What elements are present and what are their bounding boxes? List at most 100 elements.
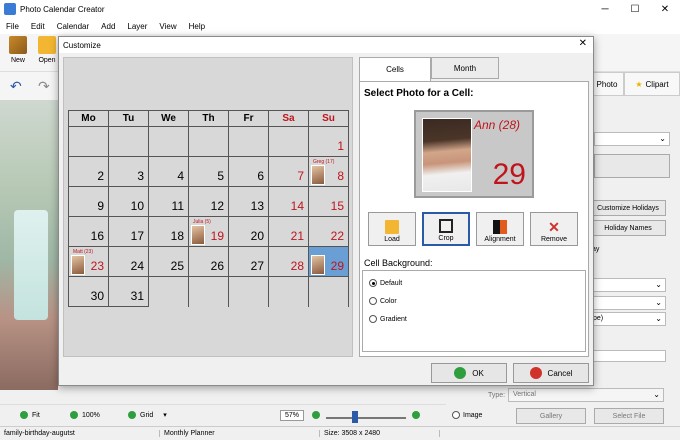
calendar-cell[interactable]: 6 <box>229 157 269 187</box>
gallery-button[interactable]: Gallery <box>516 408 586 424</box>
calendar-cell[interactable] <box>189 127 229 157</box>
calendar-cell[interactable] <box>149 127 189 157</box>
menu-calendar[interactable]: Calendar <box>51 22 95 31</box>
cell-background-label: Cell Background: <box>364 258 433 268</box>
panel-dropdown-1[interactable]: ⌄ <box>594 132 670 146</box>
calendar-cell[interactable] <box>269 127 309 157</box>
calendar-cell[interactable] <box>269 277 309 307</box>
chevron-down-icon: ⌄ <box>653 390 660 399</box>
calendar-cell[interactable]: 10 <box>109 187 149 217</box>
calendar-cell[interactable]: 15 <box>309 187 349 217</box>
calendar-cell[interactable] <box>309 277 349 307</box>
load-button[interactable]: Load <box>368 212 416 246</box>
calendar-cell[interactable]: 3 <box>109 157 149 187</box>
calendar-cell[interactable] <box>109 127 149 157</box>
chevron-down-icon: ⌄ <box>655 280 662 289</box>
zoom-field[interactable]: 57% <box>280 410 305 421</box>
customize-options: Cells Month Select Photo for a Cell: Ann… <box>359 57 589 357</box>
grid-button[interactable]: Grid ▾ <box>128 411 167 419</box>
open-button[interactable]: Open <box>36 36 58 70</box>
calendar-cell[interactable]: 21 <box>269 217 309 247</box>
calendar-cell[interactable]: 24 <box>109 247 149 277</box>
menu-layer[interactable]: Layer <box>121 22 153 31</box>
cell-day-number: 1 <box>337 139 344 153</box>
menu-help[interactable]: Help <box>183 22 211 31</box>
calendar-cell[interactable] <box>189 277 229 307</box>
crop-button[interactable]: Crop <box>422 212 470 246</box>
cell-day-number: 30 <box>90 289 104 303</box>
remove-button[interactable]: ✕ Remove <box>530 212 578 246</box>
zoom-slider-handle[interactable] <box>352 411 358 423</box>
calendar-cell[interactable] <box>69 127 109 157</box>
calendar-cell[interactable]: 30 <box>69 277 109 307</box>
calendar-cell[interactable]: 4 <box>149 157 189 187</box>
cell-day-number: 18 <box>170 229 184 243</box>
zoom-100-button[interactable]: 100% <box>70 411 100 419</box>
bg-default-radio[interactable]: Default <box>369 279 402 287</box>
calendar-cell[interactable]: 31 <box>109 277 149 307</box>
bg-gradient-radio[interactable]: Gradient <box>369 315 407 323</box>
calendar-cell[interactable]: 14 <box>269 187 309 217</box>
properties-panel: Photo ★ Clipart ⌄ Customize Holidays Holi… <box>590 72 680 397</box>
chevron-down-icon: ⌄ <box>655 298 662 307</box>
menu-view[interactable]: View <box>153 22 182 31</box>
calendar-cell[interactable] <box>229 127 269 157</box>
dialog-close-icon[interactable]: ✕ <box>579 38 587 49</box>
calendar-cell[interactable]: 5 <box>189 157 229 187</box>
tab-cells[interactable]: Cells <box>359 57 431 81</box>
calendar-cell[interactable]: 20 <box>229 217 269 247</box>
calendar-cell[interactable]: 26 <box>189 247 229 277</box>
customize-holidays-button[interactable]: Customize Holidays <box>590 200 666 216</box>
cell-day-number: 9 <box>97 199 104 213</box>
menu-file[interactable]: File <box>0 22 25 31</box>
panel-button-blank[interactable] <box>594 154 670 178</box>
close-window-button[interactable]: ✕ <box>650 0 680 18</box>
calendar-cell[interactable]: 18 <box>149 217 189 247</box>
menu-add[interactable]: Add <box>95 22 121 31</box>
calendar-cell[interactable]: 2 <box>69 157 109 187</box>
calendar-cell[interactable]: 25 <box>149 247 189 277</box>
calendar-cell[interactable]: 17 <box>109 217 149 247</box>
tab-clipart[interactable]: ★ Clipart <box>624 72 680 96</box>
fit-button[interactable]: Fit <box>20 411 40 419</box>
weekday-header: Su <box>309 111 349 127</box>
select-file-button[interactable]: Select File <box>594 408 664 424</box>
menu-edit[interactable]: Edit <box>25 22 51 31</box>
maximize-button[interactable]: ☐ <box>620 0 650 18</box>
calendar-cell[interactable]: 12 <box>189 187 229 217</box>
panel-dropdown-4[interactable]: pe) ⌄ <box>590 312 666 326</box>
calendar-cell[interactable]: 7 <box>269 157 309 187</box>
calendar-cell[interactable] <box>229 277 269 307</box>
calendar-cell[interactable]: 1 <box>309 127 349 157</box>
cancel-button[interactable]: Cancel <box>513 363 589 383</box>
minimize-button[interactable]: ─ <box>590 0 620 18</box>
calendar-cell[interactable]: 16 <box>69 217 109 247</box>
panel-field[interactable] <box>590 350 666 362</box>
type-select[interactable]: Vertical ⌄ <box>508 388 664 402</box>
calendar-cell[interactable]: 22 <box>309 217 349 247</box>
panel-dropdown-2[interactable]: ⌄ <box>590 278 666 292</box>
image-radio[interactable]: Image <box>452 411 482 419</box>
new-button[interactable]: New <box>2 36 34 70</box>
tab-photo[interactable]: Photo <box>590 72 624 96</box>
zoom-in-button[interactable] <box>412 411 424 419</box>
calendar-cell[interactable]: 9 <box>69 187 109 217</box>
redo-icon[interactable]: ↷ <box>38 78 50 95</box>
bg-color-radio[interactable]: Color <box>369 297 397 305</box>
calendar-cell[interactable]: 27 <box>229 247 269 277</box>
weekday-header: Tu <box>109 111 149 127</box>
calendar-cell[interactable]: 11 <box>149 187 189 217</box>
calendar-cell[interactable]: 13 <box>229 187 269 217</box>
cell-day-number: 26 <box>210 259 224 273</box>
panel-dropdown-3[interactable]: ⌄ <box>590 296 666 310</box>
calendar-cell[interactable] <box>149 277 189 307</box>
undo-icon[interactable]: ↶ <box>10 78 22 95</box>
zoom-out-button[interactable] <box>312 411 324 419</box>
calendar-cell[interactable]: 28 <box>269 247 309 277</box>
holiday-names-button[interactable]: Holiday Names <box>590 220 666 236</box>
alignment-button[interactable]: Alignment <box>476 212 524 246</box>
tab-month[interactable]: Month <box>431 57 499 79</box>
ok-button[interactable]: OK <box>431 363 507 383</box>
zoom-slider-track[interactable] <box>326 417 406 419</box>
weekday-header: Fr <box>229 111 269 127</box>
